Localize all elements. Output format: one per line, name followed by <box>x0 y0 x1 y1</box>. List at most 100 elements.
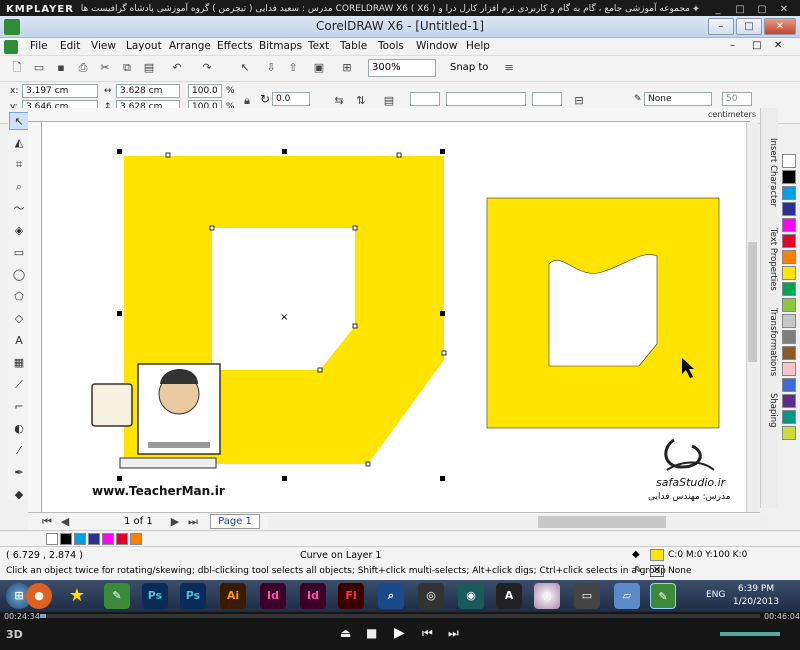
line-style-select[interactable] <box>446 92 526 106</box>
end-arrow-select[interactable] <box>532 92 562 106</box>
outline-width-swatch[interactable] <box>410 92 440 106</box>
palette-swatch[interactable] <box>782 234 796 248</box>
doc-close-icon[interactable]: ✕ <box>774 40 782 51</box>
palette-swatch[interactable] <box>782 330 796 344</box>
menu-layout[interactable]: Layout <box>126 40 162 52</box>
outline-swatch[interactable]: ✕ <box>650 565 664 577</box>
table-tool-icon[interactable]: ▦ <box>9 354 29 372</box>
horizontal-scroll-thumb[interactable] <box>538 516 666 528</box>
snap-to-dropdown[interactable]: Snap to <box>450 62 488 73</box>
eject-icon[interactable]: ⏏ <box>340 626 351 640</box>
zoom-tool-icon[interactable]: ⌕ <box>9 178 29 196</box>
palette-swatch[interactable] <box>782 298 796 312</box>
seek-bar[interactable] <box>40 614 760 618</box>
vertical-scrollbar[interactable] <box>746 122 758 512</box>
play-icon[interactable]: ▶ <box>394 625 405 641</box>
menu-window[interactable]: Window <box>416 40 457 52</box>
window-minimize-button[interactable]: – <box>708 18 734 35</box>
menu-help[interactable]: Help <box>466 40 490 52</box>
menu-text[interactable]: Text <box>308 40 329 52</box>
docker-tab-transformations[interactable]: Transformations <box>762 308 778 376</box>
new-icon[interactable]: 🗋 <box>8 59 26 77</box>
language-indicator[interactable]: ENG <box>706 590 725 600</box>
import-icon[interactable]: ⇩ <box>262 59 280 77</box>
palette-swatch[interactable] <box>782 170 796 184</box>
publish-pdf-icon[interactable]: ▣ <box>310 59 328 77</box>
palette-swatch[interactable] <box>782 266 796 280</box>
stop-icon[interactable]: ■ <box>366 626 377 640</box>
fullscreen-icon[interactable]: ▢ <box>756 4 768 16</box>
flash-icon[interactable]: Fl <box>338 583 364 609</box>
palette-swatch[interactable] <box>782 346 796 360</box>
outline-value-field[interactable]: 50 <box>722 92 752 106</box>
folder-icon[interactable]: ▱ <box>614 583 640 609</box>
ellipse-tool-icon[interactable]: ◯ <box>9 266 29 284</box>
next-page-icon[interactable]: ▶ <box>166 513 184 531</box>
connector-tool-icon[interactable]: ⌐ <box>9 398 29 416</box>
document-palette-swatch[interactable] <box>88 533 100 545</box>
text-tool-icon[interactable]: A <box>9 332 29 350</box>
rotation-field[interactable]: 0.0 <box>272 92 310 106</box>
outline-pen-icon[interactable]: ✒ <box>9 464 29 482</box>
search-content-icon[interactable]: ↖ <box>236 59 254 77</box>
shape-tool-icon[interactable]: ◭ <box>9 134 29 152</box>
document-palette-swatch[interactable] <box>102 533 114 545</box>
polygon-tool-icon[interactable]: ⬠ <box>9 288 29 306</box>
close-icon[interactable]: ✕ <box>778 4 790 16</box>
menu-bitmaps[interactable]: Bitmaps <box>259 40 302 52</box>
save-icon[interactable]: ▪ <box>52 59 70 77</box>
export-icon[interactable]: ⇧ <box>284 59 302 77</box>
minimize-icon[interactable]: _ <box>712 4 724 16</box>
vertical-scroll-thumb[interactable] <box>748 242 757 362</box>
system-clock[interactable]: 6:39 PM 1/20/2013 <box>730 583 782 609</box>
corel-active-icon[interactable]: ✎ <box>650 583 676 609</box>
fill-tool-icon[interactable]: ◆ <box>9 486 29 504</box>
prev-page-icon[interactable]: ◀ <box>56 513 74 531</box>
3d-button[interactable]: 3D <box>6 628 23 641</box>
redo-icon[interactable]: ↷ <box>198 59 216 77</box>
zoom-level-select[interactable]: 300% <box>368 59 436 77</box>
palette-swatch[interactable] <box>782 202 796 216</box>
palette-swatch[interactable] <box>782 394 796 408</box>
document-palette-swatch[interactable] <box>74 533 86 545</box>
options-icon[interactable]: ≡ <box>500 59 518 77</box>
photoshop-alt-icon[interactable]: Ps <box>180 583 206 609</box>
paste-icon[interactable]: ▤ <box>140 59 158 77</box>
drawing-canvas[interactable]: × www.TeacherMan.ir safaStudio.ir مدرس: … <box>42 122 750 512</box>
photoshop-icon[interactable]: Ps <box>142 583 168 609</box>
document-palette-swatch[interactable] <box>60 533 72 545</box>
document-icon[interactable] <box>4 40 18 54</box>
basic-shapes-icon[interactable]: ◇ <box>9 310 29 328</box>
print-icon[interactable]: ⎙ <box>74 59 92 77</box>
palette-swatch[interactable] <box>782 378 796 392</box>
scale-x-field[interactable]: 100.0 <box>188 84 222 98</box>
palette-swatch[interactable] <box>782 362 796 376</box>
width-field[interactable]: 3.628 cm <box>116 84 180 98</box>
doc-minimize-icon[interactable]: – <box>730 40 735 51</box>
corel-app-icon[interactable]: ✎ <box>104 583 130 609</box>
docker-tab-shaping[interactable]: Shaping <box>762 393 778 428</box>
fill-swatch[interactable] <box>650 549 664 561</box>
undo-icon[interactable]: ↶ <box>168 59 186 77</box>
cut-icon[interactable]: ✂ <box>96 59 114 77</box>
page-tab[interactable]: Page 1 <box>210 514 260 529</box>
previous-icon[interactable]: ⏮ <box>422 626 433 641</box>
menu-arrange[interactable]: Arrange <box>169 40 211 52</box>
palette-swatch[interactable] <box>782 282 796 296</box>
dimension-tool-icon[interactable]: ⟋ <box>9 376 29 394</box>
window-close-button[interactable]: ✕ <box>764 18 796 35</box>
document-palette-swatch[interactable] <box>130 533 142 545</box>
freehand-tool-icon[interactable]: 〜 <box>9 200 29 218</box>
indesign-icon[interactable]: Id <box>260 583 286 609</box>
media-app-icon[interactable]: ◎ <box>418 583 444 609</box>
first-page-icon[interactable]: ⏮ <box>38 513 56 531</box>
menu-tools[interactable]: Tools <box>378 40 404 52</box>
next-icon[interactable]: ⏭ <box>448 626 459 641</box>
crop-tool-icon[interactable]: ⌗ <box>9 156 29 174</box>
docker-tab-insert-character[interactable]: Insert Character <box>762 138 778 207</box>
palette-swatch[interactable] <box>782 154 796 168</box>
rectangle-tool-icon[interactable]: ▭ <box>9 244 29 262</box>
x-position-field[interactable]: 3.197 cm <box>22 84 98 98</box>
doc-restore-icon[interactable]: □ <box>752 40 761 51</box>
menu-file[interactable]: File <box>30 40 48 52</box>
